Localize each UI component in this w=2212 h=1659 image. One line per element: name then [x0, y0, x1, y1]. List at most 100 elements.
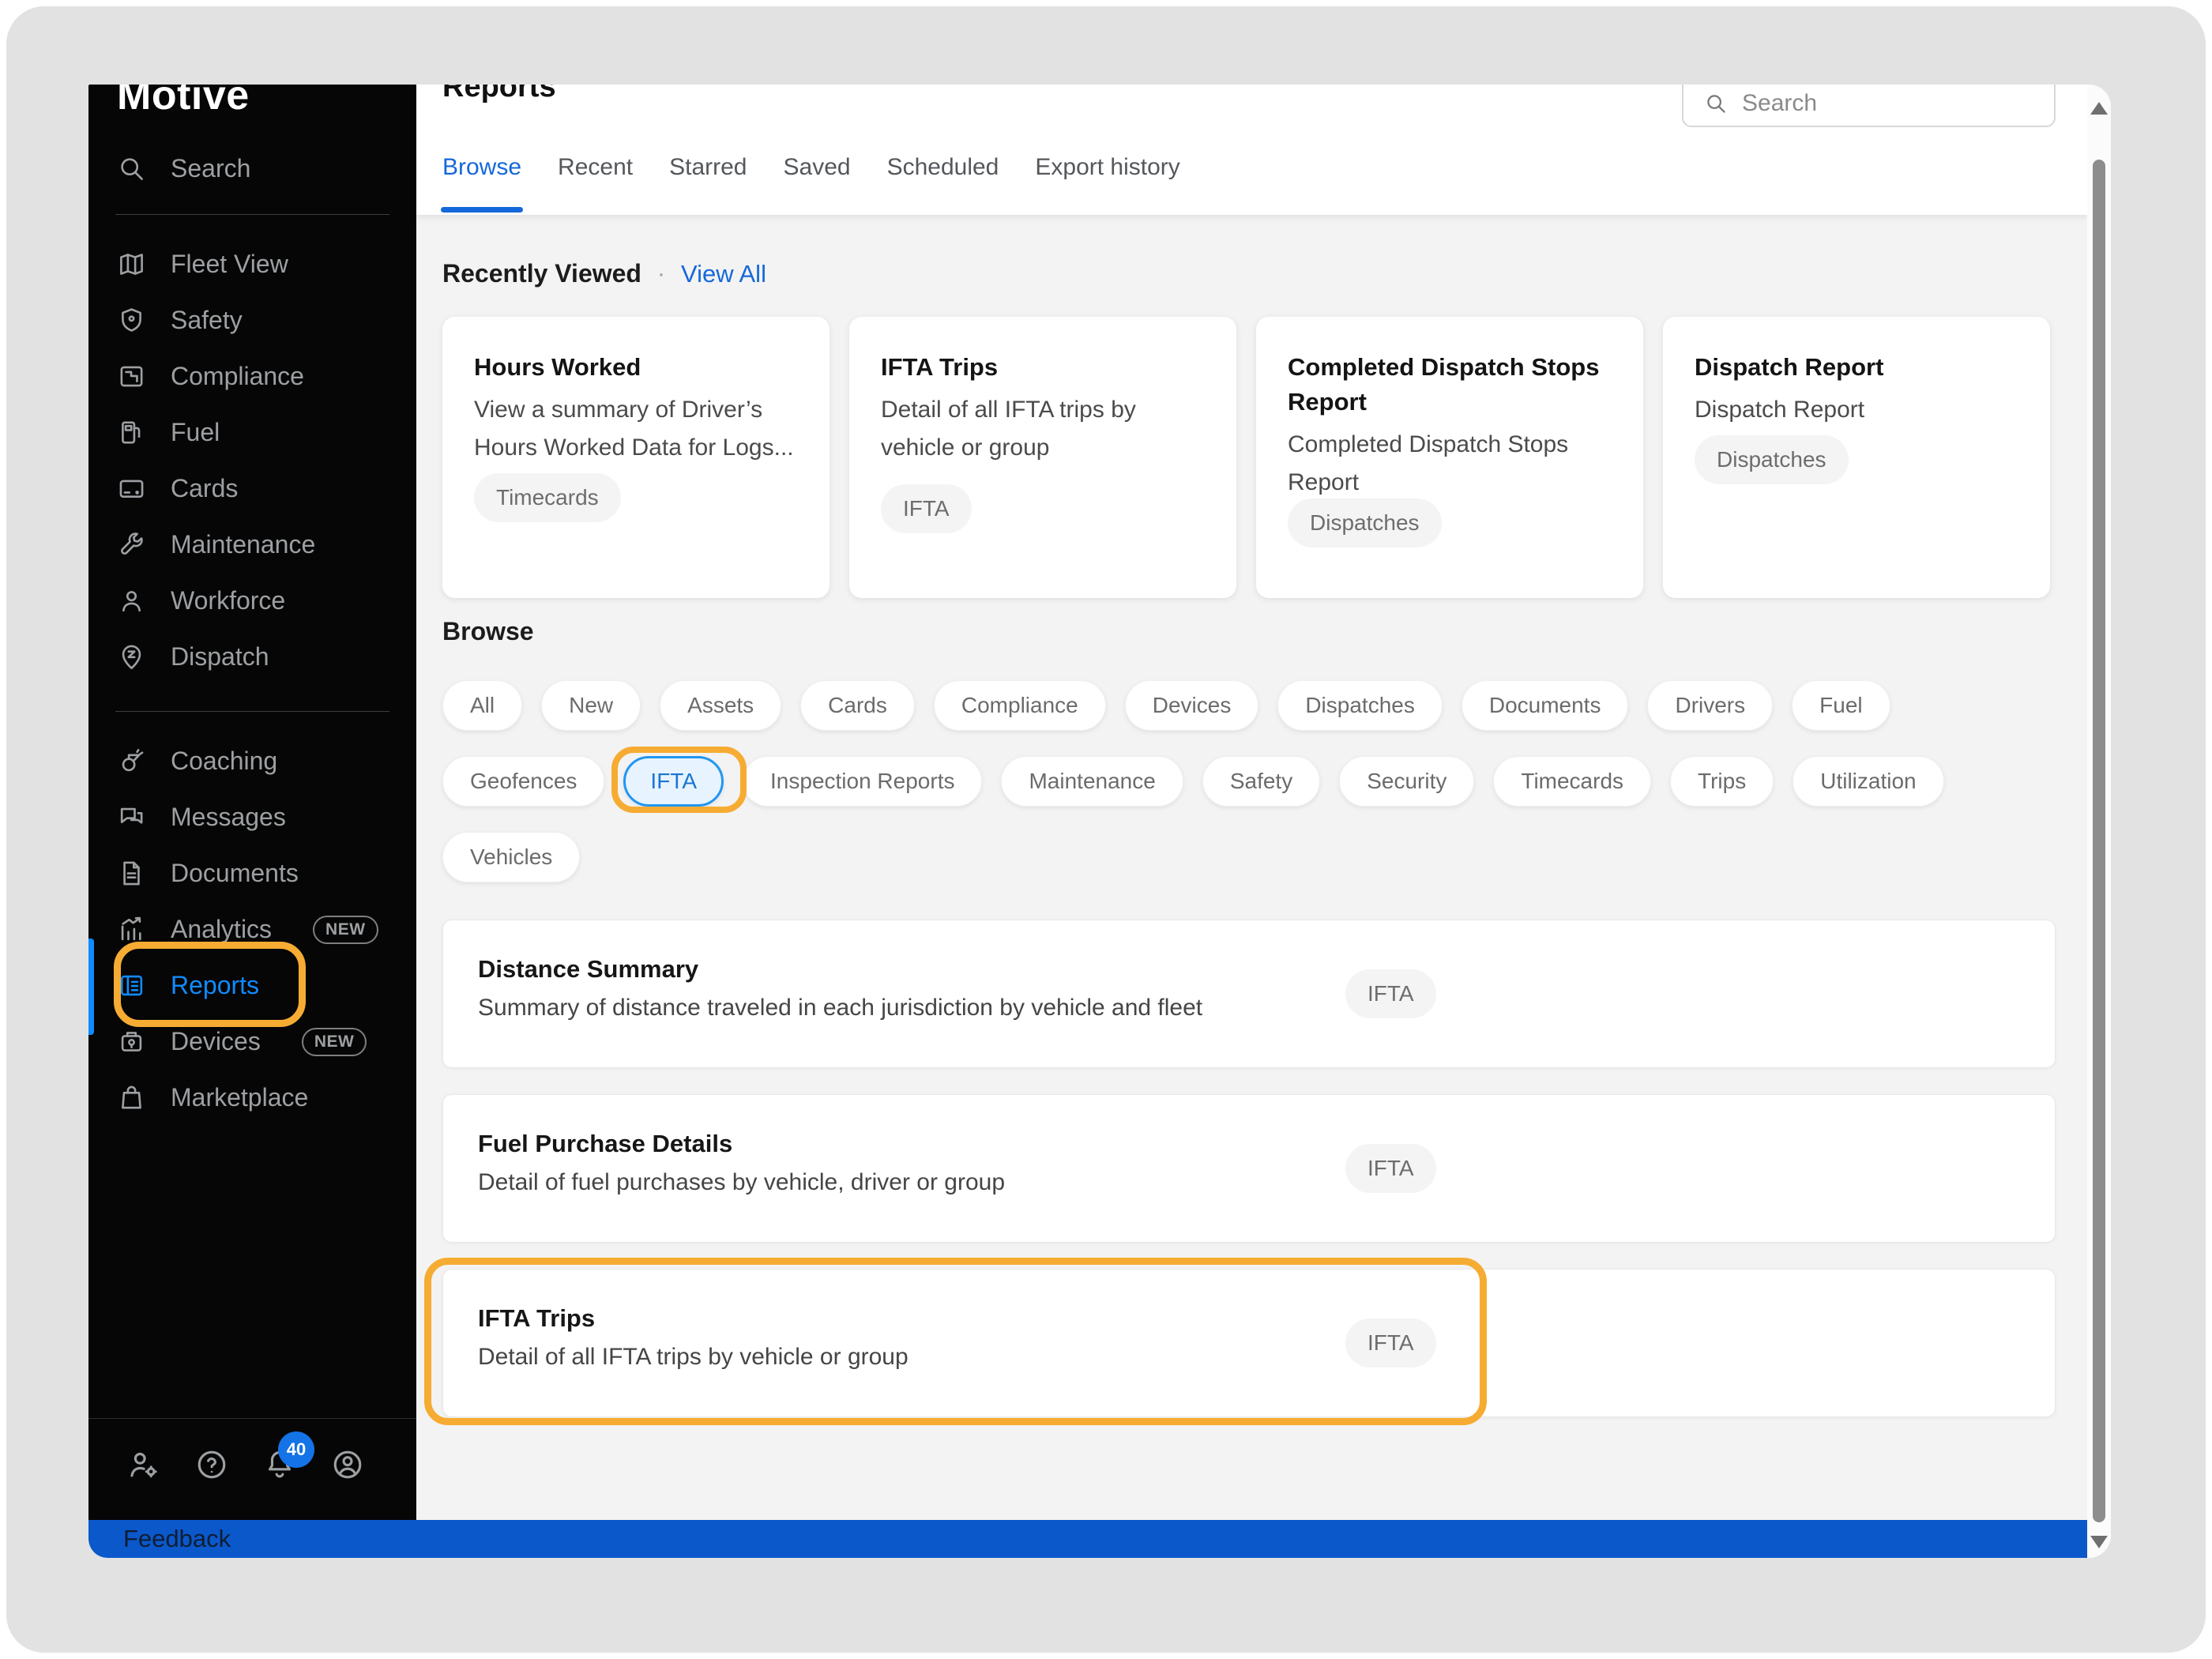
sidebar-item-safety[interactable]: Safety	[115, 292, 389, 348]
sidebar-item-dispatch[interactable]: Dispatch	[115, 629, 389, 685]
sidebar-item-fuel[interactable]: Fuel	[115, 404, 389, 461]
sidebar-item-marketplace[interactable]: Marketplace	[115, 1070, 389, 1126]
tab-export-history[interactable]: Export history	[1035, 154, 1179, 215]
scrollbar[interactable]	[2087, 85, 2111, 1558]
tab-recent[interactable]: Recent	[558, 154, 633, 215]
report-row-fuel-purchase-details[interactable]: Fuel Purchase Details Detail of fuel purc…	[442, 1094, 2056, 1243]
tab-starred[interactable]: Starred	[669, 154, 747, 215]
help-icon	[194, 1447, 229, 1486]
sidebar-item-devices[interactable]: DevicesNEW	[115, 1014, 389, 1070]
report-card-dispatch-report[interactable]: Dispatch ReportDispatch ReportDispatches	[1663, 317, 2050, 598]
sidebar-search[interactable]: Search	[115, 146, 389, 190]
card-description: Dispatch Report	[1695, 391, 2018, 429]
sidebar-item-compliance[interactable]: Compliance	[115, 348, 389, 404]
report-row-title: Distance Summary	[478, 955, 2055, 984]
header-search-box[interactable]	[1682, 85, 2056, 127]
doc-icon	[115, 858, 147, 890]
report-card-ifta-trips[interactable]: IFTA TripsDetail of all IFTA trips by ve…	[849, 317, 1236, 598]
scrollbar-down-arrow-icon[interactable]	[2090, 1536, 2108, 1548]
help-button[interactable]	[193, 1447, 231, 1485]
chip-fuel[interactable]: Fuel	[1792, 680, 1890, 731]
chip-assets[interactable]: Assets	[660, 680, 781, 731]
sidebar-item-label: Fuel	[171, 418, 220, 447]
chip-security[interactable]: Security	[1339, 756, 1474, 807]
page-content: Recently Viewed · View All Hours Worked V…	[416, 259, 2087, 1417]
sidebar-item-label: Documents	[171, 859, 299, 888]
chip-utilization[interactable]: Utilization	[1793, 756, 1943, 807]
card-description: View a summary of Driver’s Hours Worked …	[474, 391, 798, 467]
chip-maintenance[interactable]: Maintenance	[1001, 756, 1183, 807]
motive-logo: Motive	[117, 85, 389, 122]
screenshot-canvas: Motive Search Fleet ViewSafetyCompliance…	[0, 0, 2212, 1659]
recently-viewed-heading: Recently Viewed	[442, 259, 641, 288]
chip-trips[interactable]: Trips	[1670, 756, 1774, 807]
map-icon	[115, 249, 147, 280]
sidebar-item-coaching[interactable]: Coaching	[115, 733, 389, 789]
card-title: IFTA Trips	[881, 350, 1197, 385]
chip-dispatches[interactable]: Dispatches	[1277, 680, 1443, 731]
feedback-bar[interactable]: Feedback	[88, 1520, 2087, 1558]
search-icon	[115, 152, 147, 184]
person-icon	[115, 585, 147, 617]
new-badge: NEW	[313, 916, 378, 944]
chip-safety[interactable]: Safety	[1202, 756, 1320, 807]
chip-new[interactable]: New	[541, 680, 641, 731]
browse-header: Browse	[442, 617, 2056, 646]
report-card-completed-dispatch-stops-report[interactable]: Completed Dispatch Stops ReportCompleted…	[1256, 317, 1643, 598]
chip-devices[interactable]: Devices	[1125, 680, 1259, 731]
sidebar-item-cards[interactable]: Cards	[115, 461, 389, 517]
sidebar-item-analytics[interactable]: AnalyticsNEW	[115, 901, 389, 957]
sidebar-item-documents[interactable]: Documents	[115, 845, 389, 901]
scrollbar-up-arrow-icon[interactable]	[2090, 102, 2108, 115]
whistle-icon	[115, 746, 147, 777]
sidebar-footer-divider	[88, 1418, 416, 1419]
chip-geofences[interactable]: Geofences	[442, 756, 604, 807]
report-row-description: Detail of fuel purchases by vehicle, dri…	[478, 1169, 2055, 1196]
tab-bar: Browse Recent Starred Saved Scheduled Export …	[442, 154, 1180, 215]
sidebar-item-maintenance[interactable]: Maintenance	[115, 517, 389, 573]
tab-scheduled[interactable]: Scheduled	[887, 154, 999, 215]
bell-button[interactable]: 40	[261, 1447, 299, 1485]
profile-icon	[330, 1447, 365, 1486]
header-search-input[interactable]	[1740, 89, 2028, 118]
chip-cards[interactable]: Cards	[800, 680, 915, 731]
chip-drivers[interactable]: Drivers	[1647, 680, 1773, 731]
chip-compliance[interactable]: Compliance	[934, 680, 1106, 731]
admin-icon	[126, 1447, 161, 1486]
sidebar-item-workforce[interactable]: Workforce	[115, 573, 389, 629]
view-all-link[interactable]: View All	[681, 260, 766, 288]
chip-timecards[interactable]: Timecards	[1493, 756, 1651, 807]
sidebar-item-label: Reports	[171, 971, 259, 1000]
sidebar-item-label: Marketplace	[171, 1083, 308, 1112]
sidebar-item-label: Dispatch	[171, 642, 269, 672]
report-card-hours-worked[interactable]: Hours Worked View a summary of Driver’s H…	[442, 317, 830, 598]
wrench-icon	[115, 529, 147, 561]
card-tag: Dispatches	[1288, 498, 1442, 547]
sidebar-item-label: Maintenance	[171, 530, 315, 559]
tab-saved[interactable]: Saved	[784, 154, 851, 215]
tab-browse[interactable]: Browse	[442, 154, 521, 215]
chip-inspection-reports[interactable]: Inspection Reports	[743, 756, 982, 807]
chip-ifta[interactable]: IFTA	[623, 756, 724, 807]
chip-vehicles[interactable]: Vehicles	[442, 832, 580, 882]
sidebar-item-reports[interactable]: Reports	[115, 957, 389, 1014]
sidebar-item-messages[interactable]: Messages	[115, 789, 389, 845]
report-row-description: Detail of all IFTA trips by vehicle or g…	[478, 1344, 2055, 1371]
scrollbar-thumb[interactable]	[2093, 160, 2105, 1522]
chips-row: Geofences IFTA Inspection Reports Maintenan…	[442, 756, 2056, 807]
chip-all[interactable]: All	[442, 680, 522, 731]
report-row-distance-summary[interactable]: Distance SummarySummary of distance trav…	[442, 920, 2056, 1068]
profile-button[interactable]	[329, 1447, 367, 1485]
report-row-ifta-trips[interactable]: IFTA TripsDetail of all IFTA trips by ve…	[442, 1269, 2056, 1417]
sidebar: Motive Search Fleet ViewSafetyCompliance…	[88, 85, 416, 1520]
card-title: Hours Worked	[474, 350, 790, 385]
dot-separator: ·	[657, 261, 665, 288]
main-area: Reports BrowseRecentStarredSavedSchedule…	[416, 85, 2087, 1520]
sidebar-item-fleet-view[interactable]: Fleet View	[115, 236, 389, 292]
sidebar-item-label: Messages	[171, 803, 286, 832]
admin-button[interactable]	[125, 1447, 163, 1485]
report-row-title: Fuel Purchase Details	[478, 1130, 2055, 1158]
report-list: Distance SummarySummary of distance trav…	[442, 920, 2056, 1417]
card-description: Completed Dispatch Stops Report	[1288, 426, 1612, 502]
chip-documents[interactable]: Documents	[1462, 680, 1629, 731]
